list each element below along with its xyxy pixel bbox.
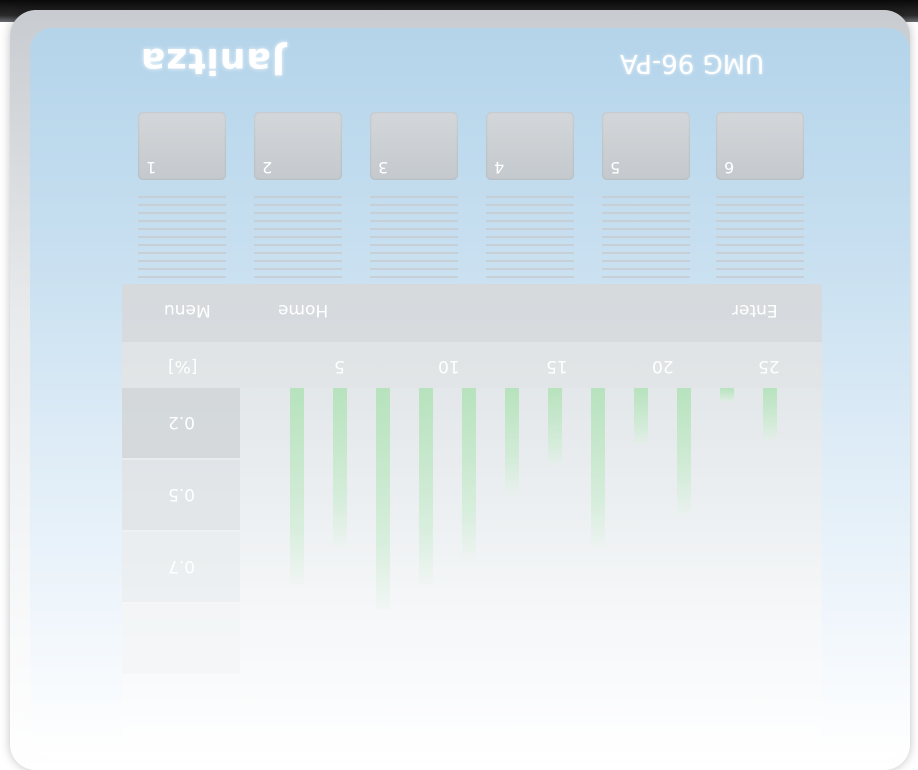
- harmonic-bar: [333, 388, 347, 548]
- harmonic-bar: [548, 388, 562, 466]
- row-label: 0.2: [122, 388, 240, 458]
- menu-softkey[interactable]: Menu: [164, 300, 211, 320]
- harmonic-bar: [376, 388, 390, 609]
- row-label-text: 0.2: [168, 412, 196, 432]
- harmonic-bar: [763, 388, 777, 441]
- row-label-text: 0.5: [168, 484, 196, 504]
- scale-tick: 5: [334, 356, 345, 376]
- channel-strip-1: [138, 196, 226, 288]
- channel-key-2[interactable]: 2: [254, 112, 342, 180]
- row-label: 0.5: [122, 460, 240, 530]
- brand-logo: Janitza: [140, 40, 400, 81]
- scale-tick: 15: [546, 356, 568, 376]
- harmonic-bar: [505, 388, 519, 495]
- model-name: UMG 96-PA: [620, 46, 810, 80]
- harmonic-bar: [290, 388, 304, 584]
- channel-key-3[interactable]: 3: [370, 112, 458, 180]
- harmonic-bar: [419, 388, 433, 584]
- harmonic-bar: [720, 388, 734, 402]
- enter-softkey[interactable]: Enter: [732, 300, 778, 320]
- brand-logo-text: Janitza: [140, 40, 286, 81]
- row-label-column: 0.2 0.5 0.7: [122, 388, 240, 744]
- home-softkey[interactable]: Home: [278, 300, 328, 320]
- row-label: [122, 604, 240, 674]
- channel-strip-3: [370, 196, 458, 288]
- channel-key-label: 4: [494, 158, 505, 177]
- channel-key-label: 6: [724, 158, 735, 177]
- harmonics-bar-area: [244, 388, 822, 744]
- channel-key-6[interactable]: 6: [716, 112, 804, 180]
- scale-row: [%] 5 10 15 20 25: [122, 342, 822, 388]
- scale-tick: 25: [758, 356, 780, 376]
- channel-key-1[interactable]: 1: [138, 112, 226, 180]
- row-label: 0.7: [122, 532, 240, 602]
- channel-key-label: 3: [378, 158, 389, 177]
- harmonic-bar: [634, 388, 648, 445]
- scale-unit: [%]: [168, 356, 198, 376]
- lcd-display: Menu Home Enter [%] 5 10 15 20 25 0.2 0.…: [122, 284, 822, 744]
- channel-key-4[interactable]: 4: [486, 112, 574, 180]
- harmonic-bar: [591, 388, 605, 548]
- model-name-text: UMG 96-PA: [620, 48, 765, 78]
- scale-tick: 20: [652, 356, 674, 376]
- channel-strip-5: [602, 196, 690, 288]
- harmonic-bar: [462, 388, 476, 559]
- harmonic-bar: [677, 388, 691, 516]
- channel-key-5[interactable]: 5: [602, 112, 690, 180]
- channel-strip-4: [486, 196, 574, 288]
- row-label-text: 0.7: [168, 556, 196, 576]
- scale-tick: 10: [438, 356, 460, 376]
- channel-key-label: 2: [262, 158, 273, 177]
- channel-key-label: 1: [146, 158, 157, 177]
- channel-strip-6: [716, 196, 804, 288]
- channel-keys: 1 2 3 4 5 6: [138, 112, 808, 288]
- display-header: Menu Home Enter: [122, 284, 822, 342]
- channel-key-label: 5: [610, 158, 621, 177]
- channel-strip-2: [254, 196, 342, 288]
